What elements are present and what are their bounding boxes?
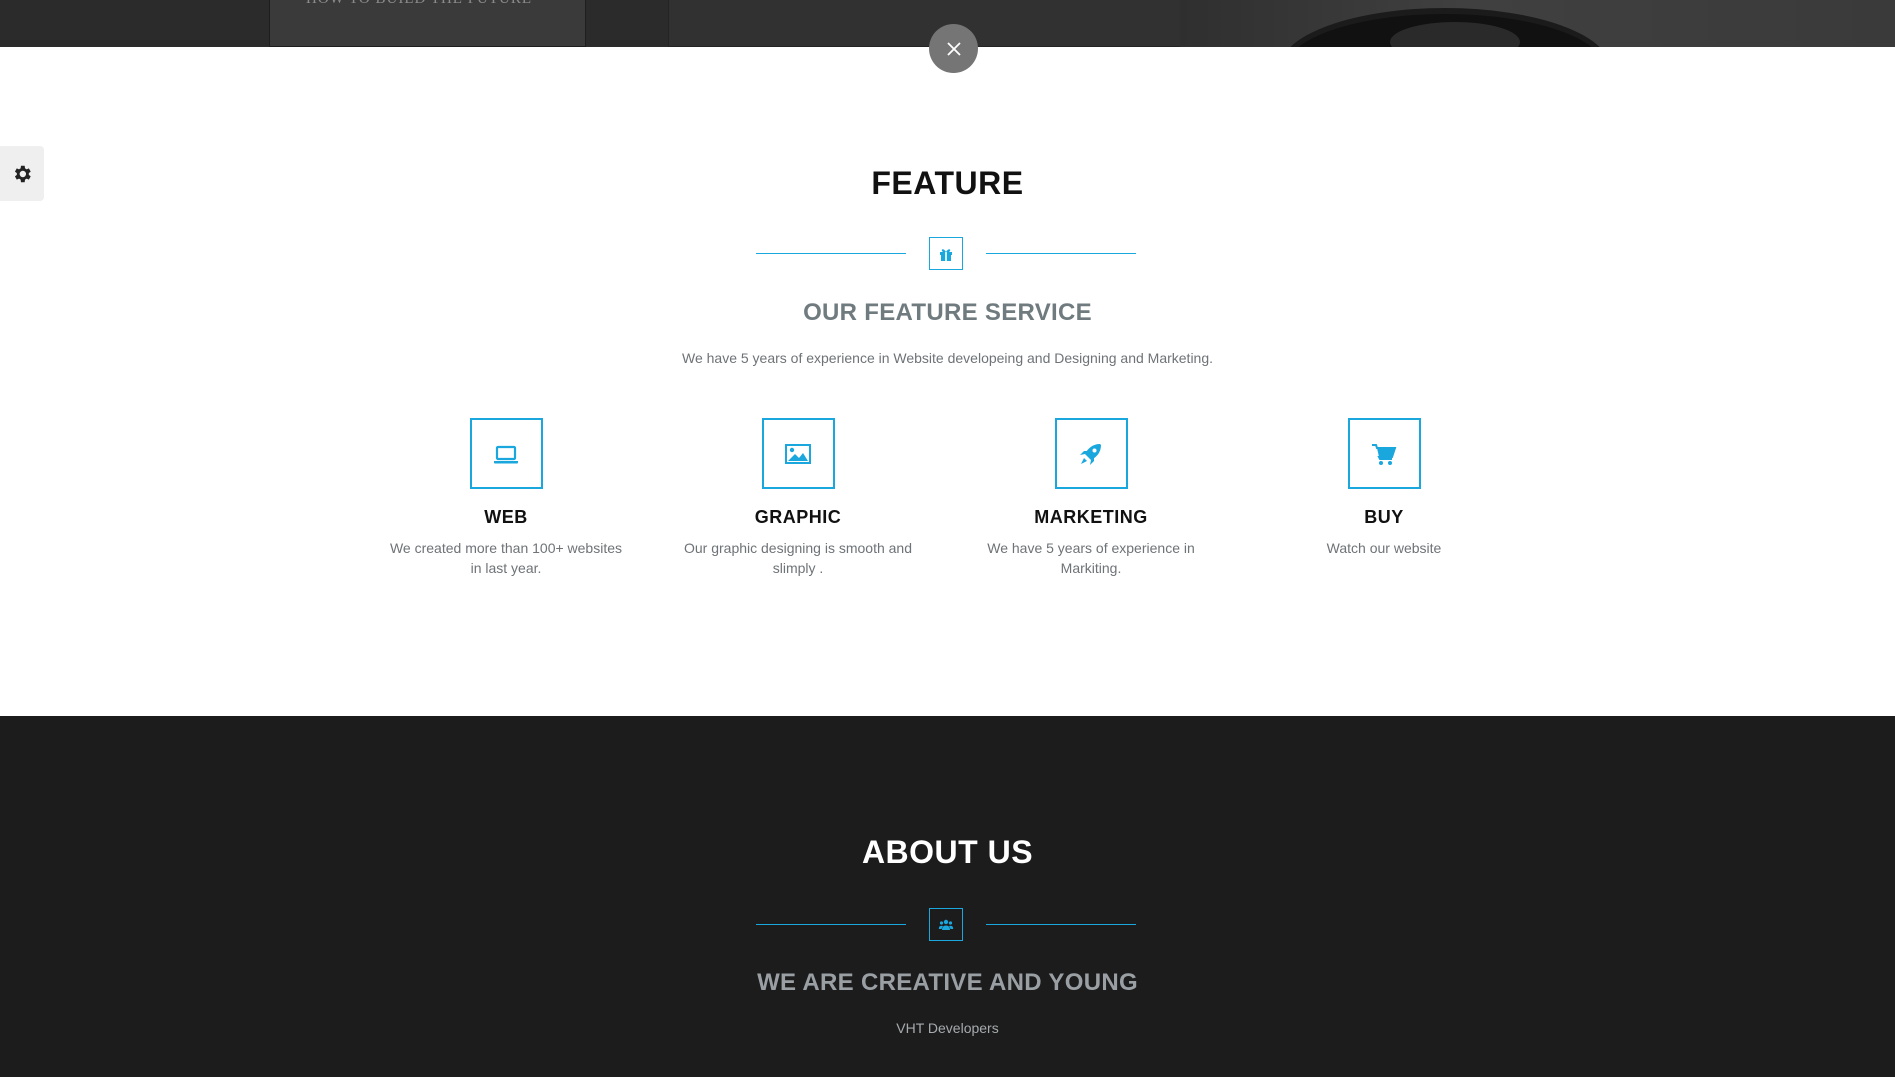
service-web-icon-box[interactable] xyxy=(469,418,543,489)
rocket-icon xyxy=(1080,443,1101,465)
service-buy: BUY Watch our website xyxy=(1254,418,1514,558)
service-marketing: MARKETING We have 5 years of experience … xyxy=(961,418,1221,578)
feature-divider xyxy=(756,237,1136,271)
service-buy-text: Watch our website xyxy=(1326,540,1442,556)
cart-icon xyxy=(1372,443,1397,465)
service-web-text: We created more than 100+ websites in la… xyxy=(389,540,623,576)
close-icon xyxy=(946,41,961,56)
divider-icon-box xyxy=(929,237,963,270)
service-marketing-name: MARKETING xyxy=(1034,507,1148,527)
book-thumbnail: HOW TO BUILD THE FUTURE xyxy=(269,0,586,47)
divider-line-left xyxy=(756,253,906,254)
thumbnail-caption: HOW TO BUILD THE FUTURE xyxy=(306,0,532,8)
users-icon xyxy=(938,919,954,930)
service-web-name: WEB xyxy=(484,507,528,527)
image-icon xyxy=(785,443,811,464)
service-marketing-icon-box[interactable] xyxy=(1054,418,1128,489)
divider-line-left xyxy=(756,924,906,925)
service-graphic-name: GRAPHIC xyxy=(754,507,842,527)
feature-title: FEATURE xyxy=(871,165,1024,201)
service-buy-icon-box[interactable] xyxy=(1347,418,1421,489)
divider-line-right xyxy=(986,924,1136,925)
close-button[interactable] xyxy=(929,24,978,73)
tablet-thumbnail xyxy=(668,0,1182,47)
service-graphic-text: Our graphic designing is smooth and slim… xyxy=(683,540,913,576)
service-marketing-text: We have 5 years of experience in Markiti… xyxy=(987,540,1195,576)
service-graphic: GRAPHIC Our graphic designing is smooth … xyxy=(668,418,928,578)
feature-subtitle: OUR FEATURE SERVICE xyxy=(803,299,1092,326)
about-subtitle: WE ARE CREATIVE AND YOUNG xyxy=(757,969,1138,996)
service-web: WEB We created more than 100+ websites i… xyxy=(376,418,636,578)
about-divider xyxy=(756,908,1136,942)
feature-section: FEATURE OUR FEATURE SERVICE We have 5 ye… xyxy=(0,47,1895,716)
divider-line-right xyxy=(986,253,1136,254)
settings-tab[interactable] xyxy=(0,146,44,201)
services-row: WEB We created more than 100+ websites i… xyxy=(0,418,1895,618)
about-title: ABOUT US xyxy=(861,834,1034,870)
divider-icon-box xyxy=(929,908,963,941)
about-section: ABOUT US WE ARE CREATIVE AND YOUNG VHT D… xyxy=(0,716,1895,1077)
gift-icon xyxy=(940,248,952,261)
service-buy-name: BUY xyxy=(1364,507,1404,527)
about-description: VHT Developers xyxy=(896,1020,999,1036)
service-graphic-icon-box[interactable] xyxy=(761,418,835,489)
gear-icon xyxy=(14,165,31,182)
feature-description: We have 5 years of experience in Website… xyxy=(681,350,1214,366)
laptop-icon xyxy=(494,445,518,463)
